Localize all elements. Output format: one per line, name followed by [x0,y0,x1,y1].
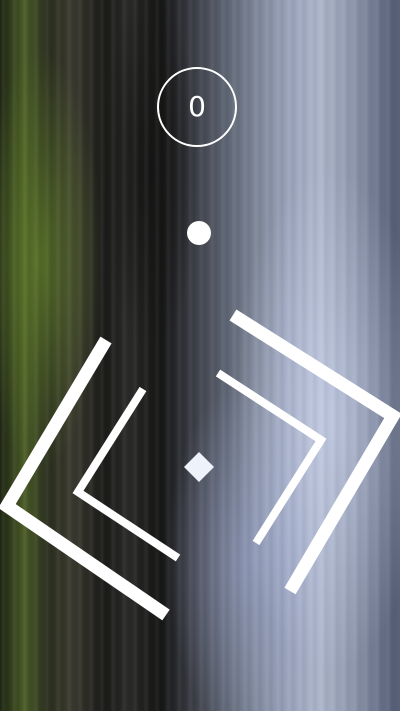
inner-wall-left [72,386,181,562]
game-screen[interactable]: 0 [0,0,400,711]
rotating-maze[interactable] [0,0,400,711]
center-diamond-goal [184,452,214,482]
inner-wall-right [215,369,327,546]
